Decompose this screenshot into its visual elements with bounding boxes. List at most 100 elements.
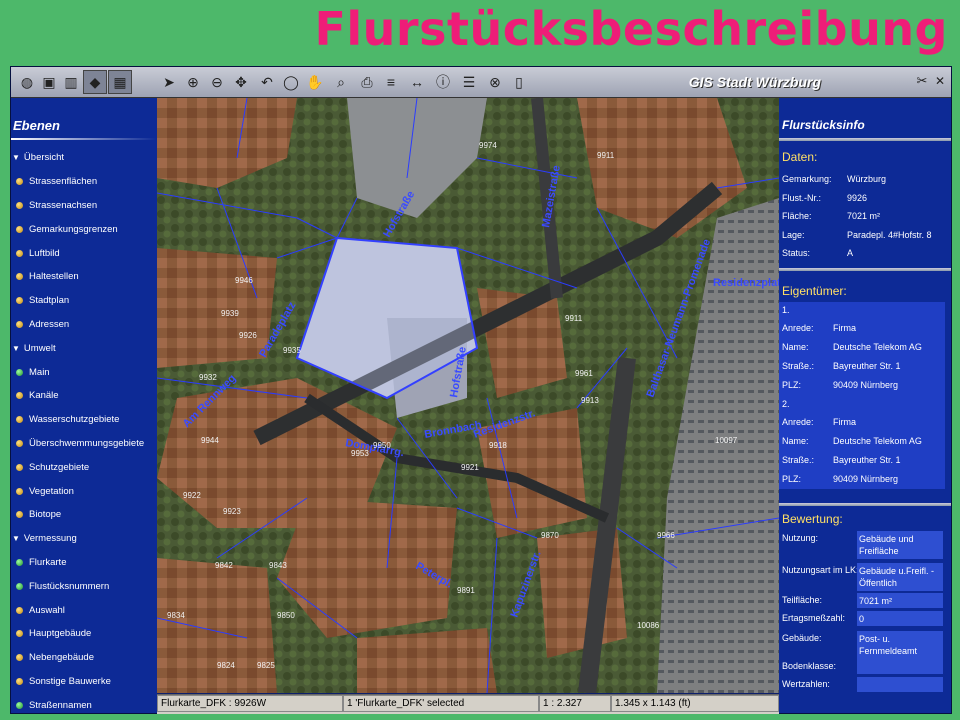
daten-value: 9926 (847, 192, 868, 203)
layer-item[interactable]: Überschwemmungsgebiete (11, 432, 157, 456)
layer-group-item[interactable]: ▼ Übersicht (11, 146, 157, 170)
layer-item[interactable]: Stadtplan (11, 289, 157, 313)
parcel-number: 9946 (235, 276, 253, 285)
hand-icon[interactable]: ✋ (303, 70, 327, 94)
layer-group-item[interactable]: ▼ Vermessung (11, 527, 157, 551)
print-icon[interactable]: ⎙ (355, 70, 379, 94)
bewertung-label: Nutzung: (782, 533, 819, 543)
bewertung-value: Post- u. Fernmeldeamt (859, 634, 918, 656)
layer-group-item[interactable]: ▼ Umwelt (11, 336, 157, 360)
aerial-map[interactable]: ResidenzplatzMazeistraßeAm RennwegBaltha… (157, 98, 779, 693)
layer-icon[interactable]: ◆ (83, 70, 107, 94)
layer-item[interactable]: Haltestellen (11, 265, 157, 289)
layer-status-icon (16, 558, 23, 566)
bewertung-title: Bewertung: (782, 512, 843, 526)
layer-item[interactable]: Adressen (11, 313, 157, 337)
layer-item[interactable]: Schutzgebiete (11, 455, 157, 479)
owner-value-anrede: Firma (833, 417, 856, 427)
measure-icon[interactable]: ↔ (405, 70, 429, 94)
layer-item[interactable]: Biotope (11, 503, 157, 527)
owner-label-plz: PLZ: (782, 380, 802, 390)
layer-label: Sonstige Bauwerke (29, 675, 111, 687)
globe-info-icon[interactable]: ⓘ (431, 70, 455, 94)
parcel-number: 9911 (597, 151, 615, 160)
owner-label-name: Name: (782, 342, 809, 352)
identify-icon[interactable]: ⌕ (329, 70, 353, 94)
pan-arrow-icon[interactable]: ✥ (229, 70, 253, 94)
layer-label: Übersicht (23, 152, 65, 164)
gis-app-window: GIS Stadt Würzburg ✂ ✕ ◍ ▣ ▥ ◆ ▦ ➤ ⊕ ⊖ ✥ ↶ ◯ ✋ ⌕ ⎙ ≡ ↔ ⓘ… (10, 66, 952, 714)
bewertung-value: 7021 m² (859, 596, 893, 606)
parcel-number: 9932 (199, 373, 217, 382)
daten-value: Würzburg (847, 174, 887, 184)
layer-label: Strassenachsen (29, 199, 98, 211)
layer-label: Strassenflächen (29, 176, 98, 188)
bewertung-value: 0 (859, 614, 865, 624)
layer-item[interactable]: Strassenflächen (11, 170, 157, 194)
layer-status-icon (16, 630, 23, 638)
toolbar-close-icon[interactable]: ✕ (931, 72, 949, 90)
panel-icon[interactable]: ▯ (507, 70, 531, 94)
expand-triangle-icon[interactable]: ▼ (12, 344, 20, 353)
map-view[interactable]: ResidenzplatzMazeistraßeAm RennwegBaltha… (157, 98, 779, 693)
layer-item[interactable]: Nebengebäude (11, 646, 157, 670)
layer-item[interactable]: Gemarkungsgrenzen (11, 217, 157, 241)
owner-label-anrede: Anrede: (782, 417, 814, 427)
image-icon[interactable]: ▦ (108, 70, 132, 94)
zoom-in-icon[interactable]: ⊕ (181, 70, 205, 94)
layer-item[interactable]: Hauptgebäude (11, 622, 157, 646)
expand-triangle-icon[interactable]: ▼ (12, 534, 20, 543)
layer-item[interactable]: Flustücksnummern (11, 574, 157, 598)
layer-item[interactable]: Straßennamen (11, 693, 157, 717)
layer-item[interactable]: Strassenachsen (11, 194, 157, 218)
owner-number: 2. (782, 399, 790, 409)
layer-label: Haltestellen (29, 271, 79, 283)
close-circle-icon[interactable]: ⊗ (483, 70, 507, 94)
expand-triangle-icon[interactable]: ▼ (12, 153, 20, 162)
legend-icon[interactable]: ≡ (379, 70, 403, 94)
parcel-number: 9953 (351, 449, 369, 458)
layer-item[interactable]: Vegetation (11, 479, 157, 503)
bewertung-label: Wertzahlen: (782, 679, 830, 689)
layer-label: Auswahl (29, 604, 65, 616)
info-divider (779, 138, 951, 141)
layer-item[interactable]: Auswahl (11, 598, 157, 622)
layer-item[interactable]: Wasserschutzgebiete (11, 408, 157, 432)
list-icon[interactable]: ☰ (457, 70, 481, 94)
bewertung-value-box (857, 659, 943, 674)
layer-item[interactable]: Luftbild (11, 241, 157, 265)
bewertung-value: Gebäude u.Freifl. - Öffentlich (859, 566, 935, 588)
layer-list: ▼ Übersicht Strassenflächen Strassenachsen G… (11, 146, 157, 717)
owner-label-strasse: Straße.: (782, 455, 815, 465)
zoom-extent-icon[interactable]: ◯ (279, 70, 303, 94)
layer-status-icon (16, 201, 23, 209)
layer-item[interactable]: Main (11, 360, 157, 384)
globe-icon[interactable]: ◍ (15, 70, 39, 94)
chart-icon[interactable]: ▥ (59, 70, 83, 94)
zoom-prev-icon[interactable]: ↶ (255, 70, 279, 94)
bookmark-icon[interactable]: ▣ (37, 70, 61, 94)
parcel-number: 9926 (239, 331, 257, 340)
parcel-number: 9950 (373, 441, 391, 450)
owner-value-strasse: Bayreuther Str. 1 (833, 455, 901, 465)
layer-label: Vegetation (29, 485, 74, 497)
layer-item[interactable]: Flurkarte (11, 551, 157, 575)
layer-item[interactable]: Kanäle (11, 384, 157, 408)
layer-item[interactable]: Sonstige Bauwerke (11, 670, 157, 694)
layer-label: Flurkarte (29, 556, 67, 568)
layer-status-icon (16, 320, 23, 328)
layer-status-icon (16, 439, 23, 447)
pointer-icon[interactable]: ➤ (157, 70, 181, 94)
layer-label: Kanäle (29, 390, 59, 402)
daten-label: Status: (782, 248, 811, 258)
layer-label: Straßennamen (29, 699, 92, 711)
slide-title: Flurstücksbeschreibung (314, 2, 948, 56)
tool-close-icon[interactable]: ✂ (913, 72, 931, 90)
parcel-number: 10086 (637, 621, 660, 630)
zoom-out-icon[interactable]: ⊖ (205, 70, 229, 94)
layer-status-icon (16, 297, 23, 305)
bewertung-label: Bodenklasse: (782, 661, 837, 671)
layer-status-icon (16, 368, 23, 376)
status-bar: Flurkarte_DFK : 9926W 1 'Flurkarte_DFK' … (157, 694, 779, 714)
info-heading: Flurstücksinfo (782, 118, 865, 132)
